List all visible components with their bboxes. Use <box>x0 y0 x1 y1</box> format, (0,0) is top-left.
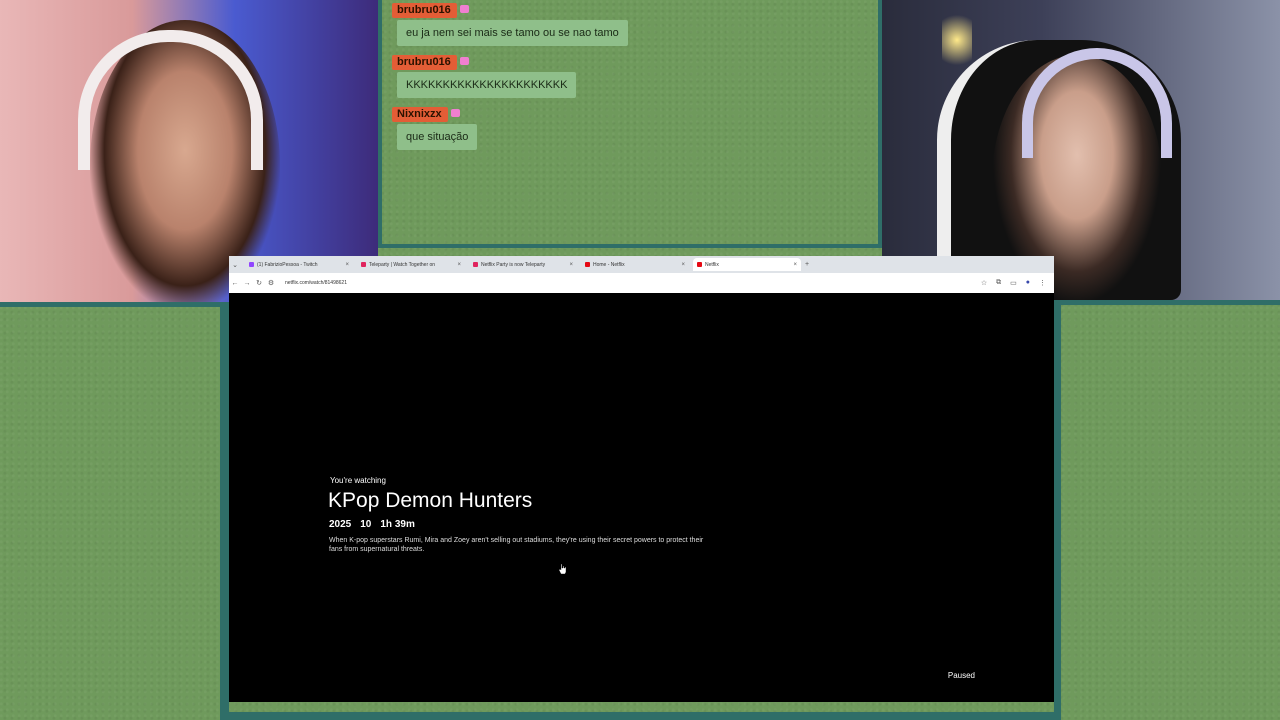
browser-tab[interactable]: Teleparty | Watch Together on × <box>357 258 465 271</box>
sidebar-icon[interactable]: ▭ <box>1010 279 1017 287</box>
subscriber-badge-icon <box>459 4 469 13</box>
tab-label: Netflix <box>705 261 719 268</box>
netflix-player[interactable]: You're watching KPop Demon Hunters 2025 … <box>229 293 1054 702</box>
chat-message-text: que situação <box>397 124 478 150</box>
release-year: 2025 <box>329 519 352 530</box>
browser-tab[interactable]: Netflix Party is now Teleparty × <box>469 258 577 271</box>
browser-toolbar: ☆ ⧉ ▭ ● ⋮ <box>981 279 1054 287</box>
url-field[interactable]: netflix.com/watch/81498621 <box>285 280 347 286</box>
webcam-right <box>882 0 1280 300</box>
tab-label: (1) FabrizioPessoa - Twitch <box>257 261 318 268</box>
chat-message: brubru016 eu ja nem sei mais se tamo ou s… <box>392 0 692 46</box>
browser-tab[interactable]: Netflix × <box>693 258 801 271</box>
runtime: 1h 39m <box>380 519 415 530</box>
address-bar: ← → ↻ ⚙ netflix.com/watch/81498621 ☆ ⧉ ▭… <box>229 273 1054 294</box>
tab-label: Teleparty | Watch Together on <box>369 261 436 268</box>
chat-username: Nixnixzx <box>392 107 448 122</box>
tab-close-icon[interactable]: × <box>457 262 461 268</box>
reload-icon[interactable]: ↻ <box>253 279 265 287</box>
subscriber-badge-icon <box>459 56 469 65</box>
chat-message: Nixnixzx que situação <box>392 104 692 150</box>
paused-status: Paused <box>947 671 975 680</box>
tab-label: Netflix Party is now Teleparty <box>481 261 546 268</box>
chat-message-text: KKKKKKKKKKKKKKKKKKKKKK <box>397 72 577 98</box>
bookmark-star-icon[interactable]: ☆ <box>981 279 987 287</box>
frame-border-top-chat <box>380 244 880 248</box>
movie-title: KPop Demon Hunters <box>328 489 533 512</box>
browser-window: ⌄ (1) FabrizioPessoa - Twitch × Teleparty … <box>229 256 1054 702</box>
teleparty-icon <box>473 262 478 267</box>
frame-border-cam-right-bottom <box>1054 300 1280 305</box>
tab-close-icon[interactable]: × <box>681 262 685 268</box>
frame-border-left-player <box>220 305 229 720</box>
extensions-icon[interactable]: ⧉ <box>996 279 1001 287</box>
chat-message-text: eu ja nem sei mais se tamo ou se nao tam… <box>397 20 628 46</box>
tab-close-icon[interactable]: × <box>569 262 573 268</box>
movie-meta: 2025 10 1h 39m <box>329 519 415 530</box>
forward-icon[interactable]: → <box>241 280 253 287</box>
netflix-icon <box>697 262 702 267</box>
menu-icon[interactable]: ⋮ <box>1039 279 1046 287</box>
twitch-icon <box>249 262 254 267</box>
watching-label: You're watching <box>330 476 386 485</box>
string-lights <box>942 10 972 70</box>
hand-cursor-icon <box>558 564 566 574</box>
chat-overlay: brubru016 eu ja nem sei mais se tamo ou s… <box>392 0 692 156</box>
new-tab-icon[interactable]: + <box>801 261 813 268</box>
subscriber-badge-icon <box>450 108 460 117</box>
tab-close-icon[interactable]: × <box>793 262 797 268</box>
tab-strip: ⌄ (1) FabrizioPessoa - Twitch × Teleparty … <box>229 256 1054 273</box>
browser-tab[interactable]: (1) FabrizioPessoa - Twitch × <box>245 258 353 271</box>
tab-search-icon[interactable]: ⌄ <box>229 261 241 269</box>
tab-close-icon[interactable]: × <box>345 262 349 268</box>
chat-message: brubru016 KKKKKKKKKKKKKKKKKKKKKK <box>392 52 692 98</box>
movie-description: When K-pop superstars Rumi, Mira and Zoe… <box>329 537 704 553</box>
frame-border-right-player <box>1054 300 1061 720</box>
chat-username: brubru016 <box>392 3 457 18</box>
frame-border-bottom-player <box>220 712 1061 720</box>
maturity-rating: 10 <box>360 519 372 530</box>
netflix-icon <box>585 262 590 267</box>
browser-tab[interactable]: Home - Netflix × <box>581 258 689 271</box>
site-info-icon[interactable]: ⚙ <box>265 279 277 287</box>
frame-border-left-chat <box>378 0 382 248</box>
chat-username: brubru016 <box>392 55 457 70</box>
frame-border-cam-left-bottom <box>0 302 229 307</box>
profile-avatar-icon[interactable]: ● <box>1026 279 1030 287</box>
back-icon[interactable]: ← <box>229 280 241 287</box>
tab-label: Home - Netflix <box>593 261 625 268</box>
teleparty-icon <box>361 262 366 267</box>
